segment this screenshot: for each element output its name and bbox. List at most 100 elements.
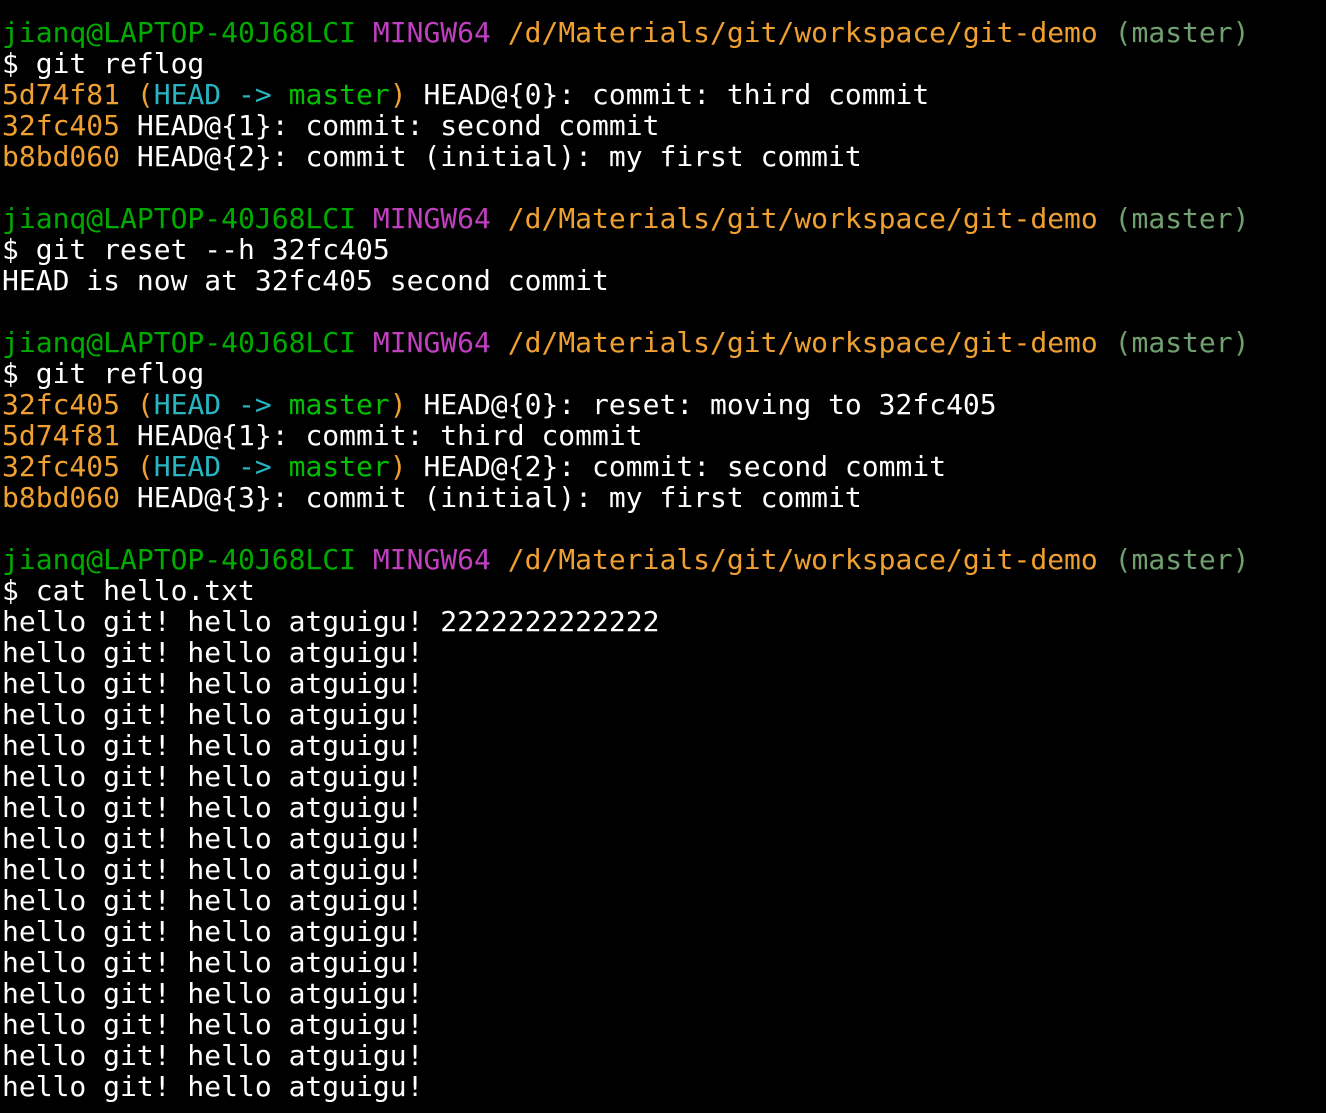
prompt-line: jianq@LAPTOP-40J68LCI MINGW64 /d/Materia… [2, 544, 1326, 575]
output-line: hello git! hello atguigu! [2, 947, 1326, 978]
ref-head: HEAD [153, 450, 222, 483]
commit-hash: 5d74f81 [2, 78, 121, 111]
commit-hash: b8bd060 [2, 140, 121, 173]
reflog-message: HEAD@{1}: commit: third commit [136, 419, 643, 452]
output-text: hello git! hello atguigu! [2, 977, 424, 1010]
ref-master: master [288, 388, 390, 421]
ref-arrow: -> [221, 450, 289, 483]
reflog-entry: b8bd060 HEAD@{3}: commit (initial): my f… [2, 482, 1326, 513]
commit-hash: 5d74f81 [2, 419, 121, 452]
reflog-entry: 32fc405 (HEAD -> master) HEAD@{2}: commi… [2, 451, 1326, 482]
output-text: HEAD is now at 32fc405 second commit [2, 264, 609, 297]
output-line: hello git! hello atguigu! [2, 978, 1326, 1009]
reflog-message: HEAD@{2}: commit (initial): my first com… [136, 140, 862, 173]
output-text: hello git! hello atguigu! [2, 667, 424, 700]
ref-master: master [288, 78, 390, 111]
ref-arrow: -> [221, 388, 289, 421]
prompt-branch: (master) [1114, 326, 1250, 359]
prompt-line: jianq@LAPTOP-40J68LCI MINGW64 /d/Materia… [2, 17, 1326, 48]
output-text: hello git! hello atguigu! [2, 853, 424, 886]
ref-paren-close: ) [389, 78, 407, 111]
ref-paren-open: ( [136, 78, 154, 111]
prompt-branch: (master) [1114, 16, 1250, 49]
prompt-system: MINGW64 [372, 543, 491, 576]
commit-hash: 32fc405 [2, 450, 121, 483]
prompt-symbol: $ [2, 47, 19, 80]
ref-master: master [288, 450, 390, 483]
prompt-path: /d/Materials/git/workspace/git-demo [507, 543, 1098, 576]
ref-paren-close: ) [389, 450, 407, 483]
reflog-message: HEAD@{1}: commit: second commit [136, 109, 660, 142]
commit-hash: b8bd060 [2, 481, 121, 514]
prompt-line: jianq@LAPTOP-40J68LCI MINGW64 /d/Materia… [2, 203, 1326, 234]
output-line: hello git! hello atguigu! [2, 1009, 1326, 1040]
output-line: hello git! hello atguigu! [2, 1040, 1326, 1071]
command-text: cat hello.txt [35, 574, 255, 607]
ref-arrow: -> [221, 78, 289, 111]
prompt-line: jianq@LAPTOP-40J68LCI MINGW64 /d/Materia… [2, 327, 1326, 358]
prompt-system: MINGW64 [372, 16, 491, 49]
reflog-message: HEAD@{3}: commit (initial): my first com… [136, 481, 862, 514]
output-line: hello git! hello atguigu! [2, 885, 1326, 916]
output-line: hello git! hello atguigu! [2, 1071, 1326, 1102]
reflog-entry: 32fc405 (HEAD -> master) HEAD@{0}: reset… [2, 389, 1326, 420]
reflog-message: HEAD@{0}: commit: third commit [423, 78, 930, 111]
commit-hash: 32fc405 [2, 388, 121, 421]
output-text: hello git! hello atguigu! [2, 760, 424, 793]
ref-paren-open: ( [136, 450, 154, 483]
output-text: hello git! hello atguigu! [2, 1008, 424, 1041]
prompt-symbol: $ [2, 357, 19, 390]
ref-head: HEAD [153, 78, 222, 111]
prompt-system: MINGW64 [372, 326, 491, 359]
prompt-symbol: $ [2, 574, 19, 607]
output-line: hello git! hello atguigu! [2, 699, 1326, 730]
reflog-message: HEAD@{2}: commit: second commit [423, 450, 947, 483]
prompt-system: MINGW64 [372, 202, 491, 235]
ref-head: HEAD [153, 388, 222, 421]
output-line: hello git! hello atguigu! [2, 668, 1326, 699]
reflog-entry: 32fc405 HEAD@{1}: commit: second commit [2, 110, 1326, 141]
command-line: $ git reset --h 32fc405 [2, 234, 1326, 265]
command-text: git reflog [35, 357, 205, 390]
ref-paren-open: ( [136, 388, 154, 421]
ref-paren-close: ) [389, 388, 407, 421]
prompt-path: /d/Materials/git/workspace/git-demo [507, 326, 1098, 359]
reflog-entry: 5d74f81 HEAD@{1}: commit: third commit [2, 420, 1326, 451]
prompt-user-host: jianq@LAPTOP-40J68LCI [2, 16, 357, 49]
command-line: $ git reflog [2, 358, 1326, 389]
output-text: hello git! hello atguigu! [2, 915, 424, 948]
prompt-path: /d/Materials/git/workspace/git-demo [507, 202, 1098, 235]
output-line: hello git! hello atguigu! [2, 637, 1326, 668]
output-line: HEAD is now at 32fc405 second commit [2, 265, 1326, 296]
output-line: hello git! hello atguigu! [2, 823, 1326, 854]
output-text: hello git! hello atguigu! [2, 729, 424, 762]
command-text: git reflog [35, 47, 205, 80]
output-line: hello git! hello atguigu! [2, 854, 1326, 885]
prompt-user-host: jianq@LAPTOP-40J68LCI [2, 202, 357, 235]
reflog-entry: 5d74f81 (HEAD -> master) HEAD@{0}: commi… [2, 79, 1326, 110]
output-text: hello git! hello atguigu! 2222222222222 [2, 605, 660, 638]
prompt-branch: (master) [1114, 543, 1250, 576]
output-text: hello git! hello atguigu! [2, 1039, 424, 1072]
commit-hash: 32fc405 [2, 109, 121, 142]
command-text: git reset --h 32fc405 [35, 233, 390, 266]
output-text: hello git! hello atguigu! [2, 884, 424, 917]
prompt-path: /d/Materials/git/workspace/git-demo [507, 16, 1098, 49]
output-text: hello git! hello atguigu! [2, 791, 424, 824]
output-line: hello git! hello atguigu! [2, 916, 1326, 947]
prompt-user-host: jianq@LAPTOP-40J68LCI [2, 543, 357, 576]
output-text: hello git! hello atguigu! [2, 1070, 424, 1103]
output-text: hello git! hello atguigu! [2, 822, 424, 855]
output-text: hello git! hello atguigu! [2, 698, 424, 731]
terminal-window[interactable]: jianq@LAPTOP-40J68LCI MINGW64 /d/Materia… [0, 0, 1326, 1113]
command-line: $ cat hello.txt [2, 575, 1326, 606]
reflog-message: HEAD@{0}: reset: moving to 32fc405 [423, 388, 997, 421]
prompt-branch: (master) [1114, 202, 1250, 235]
output-line: hello git! hello atguigu! 2222222222222 [2, 606, 1326, 637]
output-line: hello git! hello atguigu! [2, 792, 1326, 823]
prompt-user-host: jianq@LAPTOP-40J68LCI [2, 326, 357, 359]
prompt-symbol: $ [2, 233, 19, 266]
